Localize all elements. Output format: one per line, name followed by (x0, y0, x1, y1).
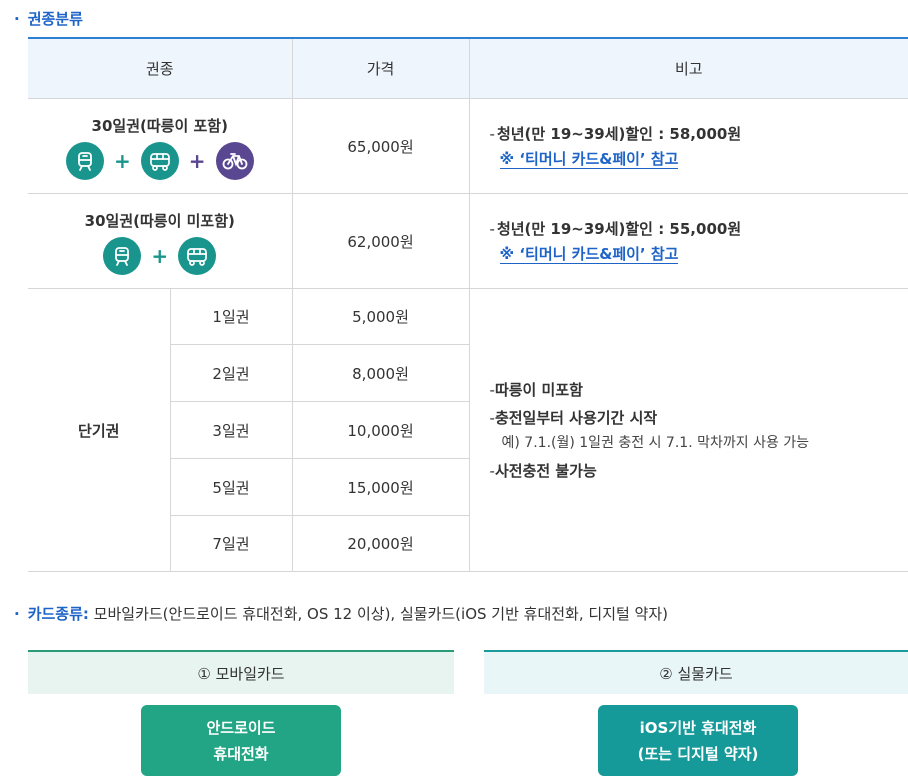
ticket-name: 30일권(따릉이 포함) (91, 117, 228, 135)
ticket-name-cell: 30일권(따릉이 포함) + + (28, 98, 293, 194)
button-line: (또는 디지털 약자) (637, 744, 759, 763)
bus-icon (178, 237, 217, 275)
button-line: 휴대전화 (213, 744, 269, 763)
transport-icons: + + (29, 142, 291, 180)
bicycle-icon (215, 142, 254, 180)
price-cell: 20,000원 (291, 515, 470, 572)
header-price: 가격 (291, 37, 470, 99)
card-types-line: · 카드종류: 모바일카드(안드로이드 휴대전화, OS 12 이상), 실물카드… (14, 603, 668, 624)
tmoney-reference-link[interactable]: ※ ‘티머니 카드&페이’ 참고 (499, 245, 679, 264)
discount-note: - 청년(만 19~39세)할인 : 58,000원 (489, 125, 742, 143)
transport-icons: + (29, 237, 291, 275)
ios-phone-button[interactable]: iOS기반 휴대전화 (또는 디지털 약자) (598, 705, 798, 776)
plus-sign: + (188, 149, 206, 173)
header-type: 권종 (28, 37, 293, 99)
days-cell: 3일권 (169, 401, 293, 459)
days-cell: 5일권 (169, 458, 293, 516)
ticket-name-cell: 30일권(따릉이 미포함) + (28, 193, 293, 289)
tmoney-reference-link[interactable]: ※ ‘티머니 카드&페이’ 참고 (499, 150, 679, 169)
bullet-dot: · (14, 10, 20, 28)
days-cell: 7일권 (169, 515, 293, 572)
bus-icon (140, 142, 179, 180)
button-line: iOS기반 휴대전화 (639, 718, 757, 737)
mobile-card-heading: ① 모바일카드 (28, 650, 454, 694)
short-term-note: -따릉이 미포함 (489, 381, 583, 399)
short-term-notes: -따릉이 미포함 -충전일부터 사용기간 시작 예) 7.1.(월) 1일권 충… (468, 288, 908, 572)
ticket-name: 30일권(따릉이 미포함) (84, 212, 235, 230)
price-cell: 10,000원 (291, 401, 470, 459)
plus-sign: + (151, 244, 169, 268)
table-header-row: 권종 가격 비고 (28, 37, 908, 99)
short-term-note: -사전충전 불가능 (489, 462, 597, 480)
price-cell: 15,000원 (291, 458, 470, 516)
short-term-example: 예) 7.1.(월) 1일권 충전 시 7.1. 막차까지 사용 가능 (501, 435, 810, 451)
days-cell: 2일권 (169, 344, 293, 402)
note-cell: - 청년(만 19~39세)할인 : 58,000원 ※ ‘티머니 카드&페이’ … (468, 98, 908, 194)
header-note: 비고 (468, 37, 908, 99)
subway-icon (103, 237, 142, 275)
price-cell: 8,000원 (291, 344, 470, 402)
subway-icon (65, 142, 104, 180)
fare-table: 권종 가격 비고 30일권(따릉이 포함) + + 65,000원 - 청년(만… (28, 37, 908, 572)
table-row: 단기권 1일권 5,000원 -따릉이 미포함 -충전일부터 사용기간 시작 예… (28, 288, 908, 572)
section-title: · 권종분류 (14, 10, 83, 28)
price-cell: 62,000원 (291, 193, 470, 289)
android-phone-button[interactable]: 안드로이드 휴대전화 (141, 705, 341, 776)
bullet-dot: · (14, 605, 20, 623)
physical-card-heading: ② 실물카드 (484, 650, 908, 694)
short-term-label: 단기권 (28, 288, 170, 572)
plus-sign: + (113, 149, 131, 173)
card-types-text: 모바일카드(안드로이드 휴대전화, OS 12 이상), 실물카드(iOS 기반… (88, 605, 669, 623)
discount-note: - 청년(만 19~39세)할인 : 55,000원 (489, 220, 742, 238)
short-term-note: -충전일부터 사용기간 시작 (489, 409, 658, 427)
note-cell: - 청년(만 19~39세)할인 : 55,000원 ※ ‘티머니 카드&페이’ … (468, 193, 908, 289)
days-cell: 1일권 (169, 288, 293, 345)
table-row: 30일권(따릉이 포함) + + 65,000원 - 청년(만 19~39세)할… (28, 98, 908, 194)
button-line: 안드로이드 (206, 718, 276, 737)
card-types-label: 카드종류: (27, 605, 89, 623)
price-cell: 5,000원 (291, 288, 470, 345)
price-cell: 65,000원 (291, 98, 470, 194)
table-row: 30일권(따릉이 미포함) + 62,000원 - 청년(만 19~39세)할인 … (28, 193, 908, 289)
